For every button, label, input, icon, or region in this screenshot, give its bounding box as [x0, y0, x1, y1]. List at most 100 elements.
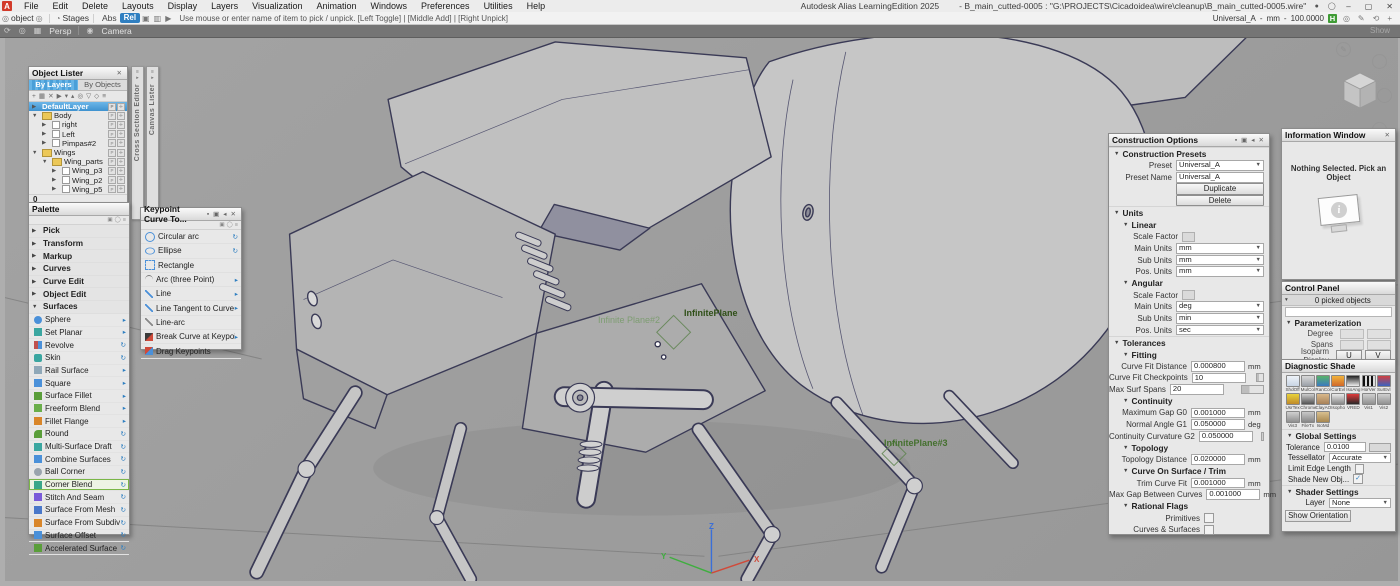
shade-mode-button[interactable]: FileTx: [1300, 411, 1315, 428]
palette-tool[interactable]: Combine Surfaces ↻: [29, 453, 129, 466]
search-icon[interactable]: ◎: [34, 14, 45, 23]
construction-preset-label[interactable]: Universal_A: [1213, 14, 1256, 23]
tool-option-icon[interactable]: ▸: [123, 417, 126, 425]
limit-edge-checkbox[interactable]: [1355, 464, 1365, 474]
shade-mode-button[interactable]: ShdOff: [1285, 375, 1300, 392]
value-input[interactable]: 0.020000: [1191, 454, 1245, 465]
slider[interactable]: [1261, 432, 1264, 441]
palette-tool[interactable]: Surface From Subdiv ↻: [29, 517, 129, 530]
tool-option-icon[interactable]: ▸: [123, 328, 126, 336]
keypoint-tool[interactable]: Line-arc: [141, 316, 241, 330]
subsection-header[interactable]: ▼Linear: [1109, 219, 1269, 231]
expand-icon[interactable]: ▣: [140, 14, 152, 23]
tool-option-icon[interactable]: ↻: [121, 506, 126, 514]
shade-mode-button[interactable]: Isopho: [1331, 393, 1346, 410]
palette-section[interactable]: ▶Pick: [29, 225, 129, 238]
maximize-button[interactable]: ▢: [1361, 2, 1377, 11]
abs-toggle[interactable]: Abs: [102, 13, 117, 23]
shade-mode-button[interactable]: UsrTex: [1285, 393, 1300, 410]
lister-tool-icon[interactable]: ▽: [85, 92, 92, 100]
units-dropdown[interactable]: mm▼: [1176, 266, 1264, 277]
tool-option-icon[interactable]: ▸: [123, 392, 126, 400]
shade-mode-button[interactable]: VRED: [1346, 393, 1361, 410]
panel-titlebar-icon[interactable]: ✕: [229, 210, 238, 218]
palette-tool[interactable]: Surface Offset ↻: [29, 530, 129, 543]
global-settings-header[interactable]: ▼Global Settings: [1282, 429, 1395, 442]
snap-toggle-icon[interactable]: ✎: [1356, 14, 1367, 23]
palette-section[interactable]: ▶Markup: [29, 250, 129, 263]
menu-item[interactable]: Help: [520, 0, 553, 12]
section-header[interactable]: ▼Tolerances: [1109, 336, 1269, 349]
checkbox[interactable]: [52, 139, 60, 147]
palette-section[interactable]: ▶Transform: [29, 238, 129, 251]
palette-tool[interactable]: Corner Blend ↻: [29, 479, 129, 492]
close-button[interactable]: ✕: [1382, 2, 1397, 11]
lister-tool-icon[interactable]: ▴: [70, 92, 75, 100]
shade-mode-button[interactable]: Chrome: [1300, 393, 1315, 410]
minimize-button[interactable]: –: [1342, 2, 1354, 11]
value-input[interactable]: 0.001000: [1191, 408, 1245, 419]
lister-tool-icon[interactable]: ◎: [76, 92, 84, 100]
tree-row[interactable]: ▶Wing_p5P✛: [29, 185, 127, 194]
palette-section-surfaces[interactable]: ▼Surfaces: [29, 301, 129, 314]
stages-icon[interactable]: ◔: [54, 14, 63, 23]
palette-tool[interactable]: Freeform Blend ▸: [29, 403, 129, 416]
tree-row[interactable]: ▼BodyP✛: [29, 111, 127, 120]
palette-tool[interactable]: Square ▸: [29, 377, 129, 390]
persp-tab[interactable]: Persp: [45, 26, 75, 36]
panel-titlebar-icon[interactable]: ✕: [1257, 136, 1266, 144]
viewcube-orbit-icon[interactable]: [1372, 54, 1387, 69]
tool-option-icon[interactable]: ▸: [235, 333, 238, 341]
tolerance-input[interactable]: 0.0100: [1324, 442, 1366, 452]
duplicate-button[interactable]: Duplicate: [1176, 183, 1264, 195]
preset-dropdown[interactable]: Universal_A▼: [1176, 160, 1264, 171]
viewcube-widget[interactable]: ✎ +: [1332, 42, 1390, 142]
tab-by-layers[interactable]: By Layers: [29, 80, 78, 90]
tool-option-icon[interactable]: ↻: [121, 481, 126, 489]
keypoint-tool[interactable]: Rectangle: [141, 259, 241, 273]
palette-section[interactable]: ▶Curves: [29, 263, 129, 276]
checkbox[interactable]: [62, 167, 70, 175]
search-input[interactable]: object: [11, 13, 34, 23]
tool-option-icon[interactable]: ↻: [233, 247, 238, 255]
units-dropdown[interactable]: mm▼: [1176, 255, 1264, 266]
tool-option-icon[interactable]: ▸: [123, 379, 126, 387]
tool-option-icon[interactable]: ↻: [121, 531, 126, 539]
lister-tool-icon[interactable]: ▶: [56, 92, 63, 100]
tree-row[interactable]: ▶DefaultLayerP✛: [29, 102, 127, 111]
viewport-tool-icon[interactable]: ◎: [15, 26, 30, 35]
account-icon[interactable]: ●: [1312, 2, 1321, 11]
menu-item[interactable]: Display: [161, 0, 205, 12]
camera-eye-icon[interactable]: ◉: [82, 26, 97, 35]
delete-button[interactable]: Delete: [1176, 195, 1264, 207]
shader-settings-header[interactable]: ▼Shader Settings: [1282, 485, 1395, 498]
keypoint-header-icon[interactable]: ≡: [235, 222, 238, 228]
shade-mode-button[interactable]: IsoAng: [1346, 375, 1361, 392]
shade-mode-button[interactable]: Vis2: [1376, 393, 1391, 410]
tool-option-icon[interactable]: ↻: [233, 233, 238, 241]
palette-tool[interactable]: Set Planar ▸: [29, 327, 129, 340]
tree-row[interactable]: ▶Wing_p2P✛: [29, 176, 127, 185]
tool-option-icon[interactable]: ↻: [121, 544, 126, 552]
palette-tool[interactable]: Accelerated Surface ↻: [29, 542, 129, 555]
palette-tool[interactable]: Ball Corner ↻: [29, 466, 129, 479]
tool-option-icon[interactable]: ↻: [121, 455, 126, 463]
snap-toggle-icon[interactable]: ◎: [1341, 14, 1352, 23]
rel-toggle[interactable]: Rel: [120, 13, 140, 23]
canvas-lister-tab[interactable]: ≡▸ Canvas Lister: [146, 66, 159, 210]
palette-header-icon[interactable]: ◯: [115, 217, 121, 223]
menu-item[interactable]: Layers: [204, 0, 245, 12]
slider[interactable]: [1241, 385, 1264, 394]
panel-titlebar-icon[interactable]: ◂: [221, 210, 228, 218]
checkbox[interactable]: [52, 130, 60, 138]
shade-new-checkbox[interactable]: ✓: [1353, 474, 1363, 484]
palette-tool[interactable]: Rail Surface ▸: [29, 365, 129, 378]
palette-tool[interactable]: Revolve ↻: [29, 339, 129, 352]
keypoint-tool[interactable]: Arc (three Point) ▸: [141, 273, 241, 287]
panel-titlebar-icon[interactable]: ▣: [211, 210, 221, 218]
lister-tool-icon[interactable]: ▦: [38, 92, 46, 100]
help-icon[interactable]: ◯: [1327, 2, 1336, 11]
search-icon[interactable]: ◎: [0, 14, 11, 23]
stages-button[interactable]: Stages: [63, 13, 89, 23]
subsection-header[interactable]: ▼Angular: [1109, 278, 1269, 290]
